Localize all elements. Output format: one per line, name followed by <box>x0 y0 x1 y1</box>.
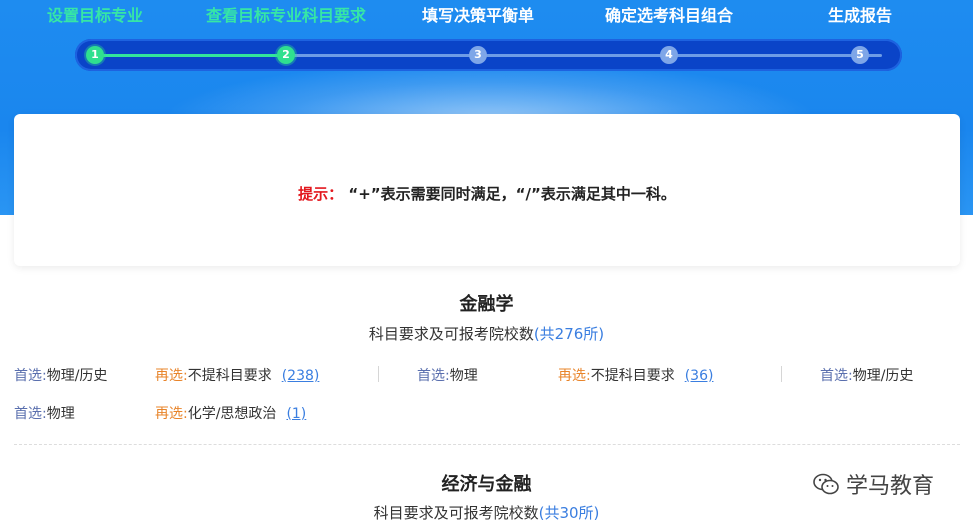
first-choice-value: 物理/历史 <box>852 368 914 384</box>
step-labels: 设置目标专业 查看目标专业科目要求 填写决策平衡单 确定选考科目组合 生成报告 <box>0 2 973 26</box>
second-choice-key: 再选: <box>155 368 188 384</box>
progress-fill <box>95 54 286 57</box>
tip-label: 提示： <box>298 185 344 203</box>
second-choice-value: 不提科目要求 <box>590 368 675 384</box>
requirement-group: 再选:不提科目要求 (36) <box>558 365 713 385</box>
step-dot-5[interactable]: 5 <box>851 46 869 64</box>
requirement-group: 首选:物理 <box>417 365 478 385</box>
major-subtitle-prefix: 科目要求及可报考院校数 <box>373 504 539 522</box>
progress-track: 1 2 3 4 5 <box>75 39 902 71</box>
group-separator <box>378 366 379 382</box>
step-dot-2[interactable]: 2 <box>277 46 295 64</box>
first-choice-key: 首选: <box>820 368 853 384</box>
requirement-group: 再选:化学/思想政治 (1) <box>155 403 306 423</box>
step-dot-3[interactable]: 3 <box>469 46 487 64</box>
group-separator <box>781 366 782 382</box>
first-choice-key: 首选: <box>14 368 47 384</box>
step-label-5[interactable]: 生成报告 <box>828 2 892 26</box>
watermark-text: 学马教育 <box>846 474 935 499</box>
step-label-2[interactable]: 查看目标专业科目要求 <box>206 2 366 26</box>
school-count-link[interactable]: (36) <box>685 368 714 384</box>
first-choice-value: 物理 <box>449 368 478 384</box>
second-choice-value: 不提科目要求 <box>187 368 272 384</box>
major-subtitle-prefix: 科目要求及可报考院校数 <box>368 325 534 343</box>
step-label-4[interactable]: 确定选考科目组合 <box>605 2 733 26</box>
second-choice-key: 再选: <box>155 406 188 422</box>
step-label-1[interactable]: 设置目标专业 <box>47 2 143 26</box>
major-subtitle: 科目要求及可报考院校数(共276所) <box>0 323 973 344</box>
first-choice-value: 物理/历史 <box>46 368 108 384</box>
requirement-group: 再选:不提科目要求 (238) <box>155 365 319 385</box>
second-choice-value: 化学/思想政治 <box>187 406 277 422</box>
major-school-count: (共276所) <box>533 325 605 343</box>
tip-content: “+”表示需要同时满足，“/”表示满足其中一科。 <box>348 185 676 203</box>
first-choice-value: 物理 <box>46 406 75 422</box>
wechat-icon <box>812 472 840 502</box>
second-choice-key: 再选: <box>558 368 591 384</box>
tip-text: 提示： “+”表示需要同时满足，“/”表示满足其中一科。 <box>14 183 960 204</box>
first-choice-key: 首选: <box>14 406 47 422</box>
first-choice-key: 首选: <box>417 368 450 384</box>
school-count-link[interactable]: (238) <box>282 368 320 384</box>
major-title: 金融学 <box>459 294 514 315</box>
school-count-link[interactable]: (1) <box>286 406 306 422</box>
watermark: 学马教育 <box>812 468 934 502</box>
requirement-group: 首选:物理/历史 <box>820 365 913 385</box>
tip-card: 提示： “+”表示需要同时满足，“/”表示满足其中一科。 <box>14 114 960 266</box>
step-dot-4[interactable]: 4 <box>660 46 678 64</box>
section-divider <box>14 444 960 445</box>
step-dot-1[interactable]: 1 <box>86 46 104 64</box>
major-school-count: (共30所) <box>538 504 600 522</box>
requirement-group: 首选:物理/历史 <box>14 365 107 385</box>
step-label-3[interactable]: 填写决策平衡单 <box>422 2 534 26</box>
major-subtitle: 科目要求及可报考院校数(共30所) <box>0 502 973 523</box>
requirement-group: 首选:物理 <box>14 403 75 423</box>
